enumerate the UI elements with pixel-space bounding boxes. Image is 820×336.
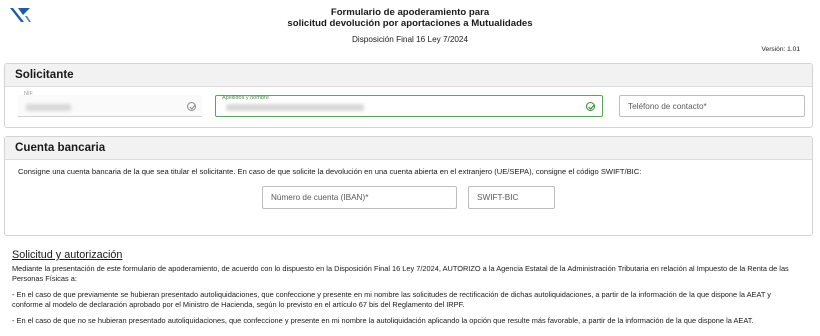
iban-placeholder: Número de cuenta (IBAN)* [271,193,369,202]
page-title-line2: solicitud devolución por aportaciones a … [287,18,533,29]
iban-input[interactable]: Número de cuenta (IBAN)* [262,186,457,209]
nif-field[interactable]: NIF [18,91,202,117]
swift-input[interactable]: SWIFT-BIC [468,186,555,209]
swift-placeholder: SWIFT-BIC [477,193,519,202]
solicitante-title: Solicitante [5,64,812,87]
autorizacion-paragraph-3: - En el caso de que no se hubieran prese… [12,316,754,325]
nif-value-redacted [26,104,71,111]
nif-label: NIF [24,91,33,97]
autorizacion-title: Solicitud y autorización [12,249,123,261]
form-header: Formulario de apoderamiento para solicit… [0,7,820,44]
page-title-line1: Formulario de apoderamiento para [330,7,490,18]
apellidos-value-redacted [226,104,364,111]
autorizacion-paragraph-1: Mediante la presentación de este formula… [12,264,789,283]
autorizacion-paragraph-2: - En el caso de que previamente se hubie… [12,290,771,309]
telefono-placeholder: Teléfono de contacto* [628,101,707,111]
page-subtitle: Disposición Final 16 Ley 7/2024 [351,35,469,44]
cuenta-instructions: Consigne una cuenta bancaria de la que s… [18,167,642,176]
telefono-input[interactable]: Teléfono de contacto* [619,95,805,117]
solicitante-panel: Solicitante NIF Apellidos y nombre Teléf… [4,63,813,128]
version-label: Versión: 1.01 [761,46,801,53]
valid-check-icon [586,102,595,111]
apellidos-nombre-field[interactable]: Apellidos y nombre [215,95,603,117]
apellidos-label: Apellidos y nombre [222,95,269,101]
check-circle-icon [187,102,196,111]
cuenta-bancaria-title: Cuenta bancaria [5,137,812,160]
cuenta-bancaria-panel: Cuenta bancaria Consigne una cuenta banc… [4,136,813,236]
